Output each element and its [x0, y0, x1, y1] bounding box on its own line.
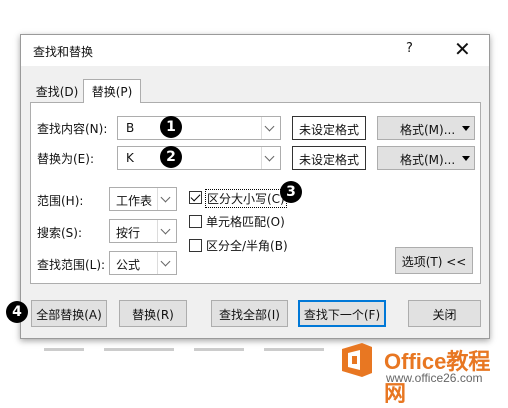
find-next-button[interactable]: 查找下一个(F) [298, 300, 386, 327]
replace-history-dropdown[interactable] [261, 147, 280, 169]
background-sheet-text [44, 348, 324, 351]
within-label: 范围(H): [37, 194, 84, 208]
replace-format-button[interactable]: 格式(M)... [377, 146, 475, 170]
within-select[interactable]: 工作表 [109, 187, 177, 211]
dialog-title: 查找和替换 [33, 45, 94, 59]
find-all-button[interactable]: 查找全部(I) [211, 300, 288, 327]
replace-format-preview: 未设定格式 [292, 146, 366, 170]
tab-replace[interactable]: 替换(P) [83, 79, 141, 103]
find-what-input[interactable]: B [117, 116, 281, 140]
chevron-down-icon [160, 192, 171, 203]
close-button[interactable]: ✕ [454, 37, 471, 61]
look-in-label: 查找范围(L): [37, 258, 106, 272]
search-order-select[interactable]: 按行 [109, 219, 177, 243]
close-dialog-button[interactable]: 关闭 [408, 300, 481, 327]
search-label: 搜索(S): [37, 226, 83, 240]
office-logo-icon [342, 343, 372, 377]
find-format-preview: 未设定格式 [292, 116, 366, 140]
dropdown-arrow-icon [462, 156, 470, 161]
tab-find[interactable]: 查找(D) [31, 79, 83, 101]
tab-find-label: 查找(D) [35, 85, 79, 99]
match-entire-cell-label[interactable]: 单元格匹配(O) [206, 213, 285, 230]
replace-button[interactable]: 替换(R) [119, 300, 187, 327]
find-format-button[interactable]: 格式(M)... [377, 116, 475, 140]
watermark-url: www.office26.com [386, 371, 483, 385]
search-order-dropdown[interactable] [157, 220, 176, 242]
find-replace-dialog: 查找和替换 ? ✕ 查找(D) 替换(P) 查找内容(N): B 未设定格式 格… [20, 34, 490, 339]
replace-format-button-label: 格式(M)... [400, 153, 456, 167]
within-value: 工作表 [116, 194, 153, 208]
find-what-value: B [126, 121, 135, 135]
replace-tab-panel: 查找内容(N): B 未设定格式 格式(M)... 替换为(E): K 未设定格… [30, 102, 481, 284]
search-order-value: 按行 [116, 226, 141, 240]
callout-1: 1 [160, 116, 182, 138]
title-bar: 查找和替换 ? ✕ [21, 35, 489, 66]
chevron-down-icon [160, 224, 171, 235]
match-case-label[interactable]: 区分大小写(C) [205, 189, 287, 208]
tab-replace-label: 替换(P) [91, 85, 133, 99]
look-in-dropdown[interactable] [157, 252, 176, 274]
match-case-checkbox[interactable] [189, 191, 202, 204]
dropdown-arrow-icon [462, 126, 470, 131]
within-dropdown[interactable] [157, 188, 176, 210]
chevron-down-icon [264, 151, 275, 162]
callout-3: 3 [280, 181, 302, 203]
find-what-label: 查找内容(N): [37, 122, 108, 136]
find-history-dropdown[interactable] [261, 117, 280, 139]
options-button[interactable]: 选项(T) << [395, 247, 473, 274]
match-entire-cell-checkbox[interactable] [189, 215, 202, 228]
callout-4: 4 [6, 301, 28, 323]
chevron-down-icon [160, 256, 171, 267]
replace-with-value: K [126, 151, 134, 165]
look-in-select[interactable]: 公式 [109, 251, 177, 275]
callout-2: 2 [160, 146, 182, 168]
chevron-down-icon [264, 121, 275, 132]
match-byte-checkbox[interactable] [189, 239, 202, 252]
replace-with-input[interactable]: K [117, 146, 281, 170]
look-in-value: 公式 [116, 258, 141, 272]
help-button[interactable]: ? [406, 41, 413, 56]
find-format-button-label: 格式(M)... [400, 123, 456, 137]
replace-all-button[interactable]: 全部替换(A) [31, 300, 107, 327]
replace-with-label: 替换为(E): [37, 152, 94, 166]
match-byte-label[interactable]: 区分全/半角(B) [206, 237, 288, 254]
